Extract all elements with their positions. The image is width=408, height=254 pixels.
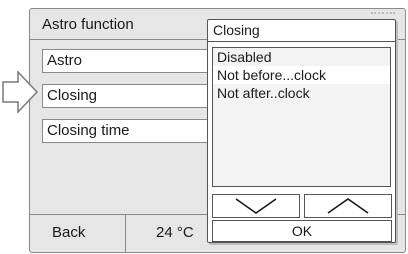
- dialog-title: Closing: [208, 20, 395, 42]
- chevron-down-icon: [235, 198, 277, 214]
- option-label: Not after..clock: [217, 85, 310, 101]
- page-title: Astro function: [42, 16, 134, 33]
- temperature-value: 24 °C: [156, 224, 194, 241]
- back-label: Back: [52, 224, 86, 241]
- option-label: Disabled: [217, 49, 272, 65]
- dialog-title-text: Closing: [213, 22, 260, 38]
- ok-label: OK: [291, 223, 313, 239]
- options-list: Disabled Not before...clock Not after..c…: [212, 47, 391, 187]
- scroll-up-button[interactable]: [304, 194, 392, 218]
- menu-item-label: Astro: [47, 52, 83, 69]
- option-label: Not before...clock: [217, 67, 326, 83]
- option-not-after[interactable]: Not after..clock: [213, 84, 390, 102]
- menu-item-label: Closing: [47, 87, 98, 104]
- option-disabled[interactable]: Disabled: [213, 48, 390, 66]
- chevron-up-icon: [327, 198, 369, 214]
- closing-dialog: Closing Disabled Not before...clock Not …: [207, 19, 396, 243]
- menu-item-label: Closing time: [47, 122, 130, 139]
- menu-item-closing-time[interactable]: Closing time: [42, 119, 232, 143]
- scroll-down-button[interactable]: [212, 194, 300, 218]
- back-button[interactable]: Back: [30, 215, 126, 252]
- option-not-before[interactable]: Not before...clock: [213, 66, 390, 84]
- ok-button[interactable]: OK: [212, 220, 392, 242]
- menu-item-closing[interactable]: Closing: [42, 84, 232, 108]
- selection-pointer-icon: [2, 71, 38, 113]
- menu-item-astro[interactable]: Astro: [42, 49, 232, 73]
